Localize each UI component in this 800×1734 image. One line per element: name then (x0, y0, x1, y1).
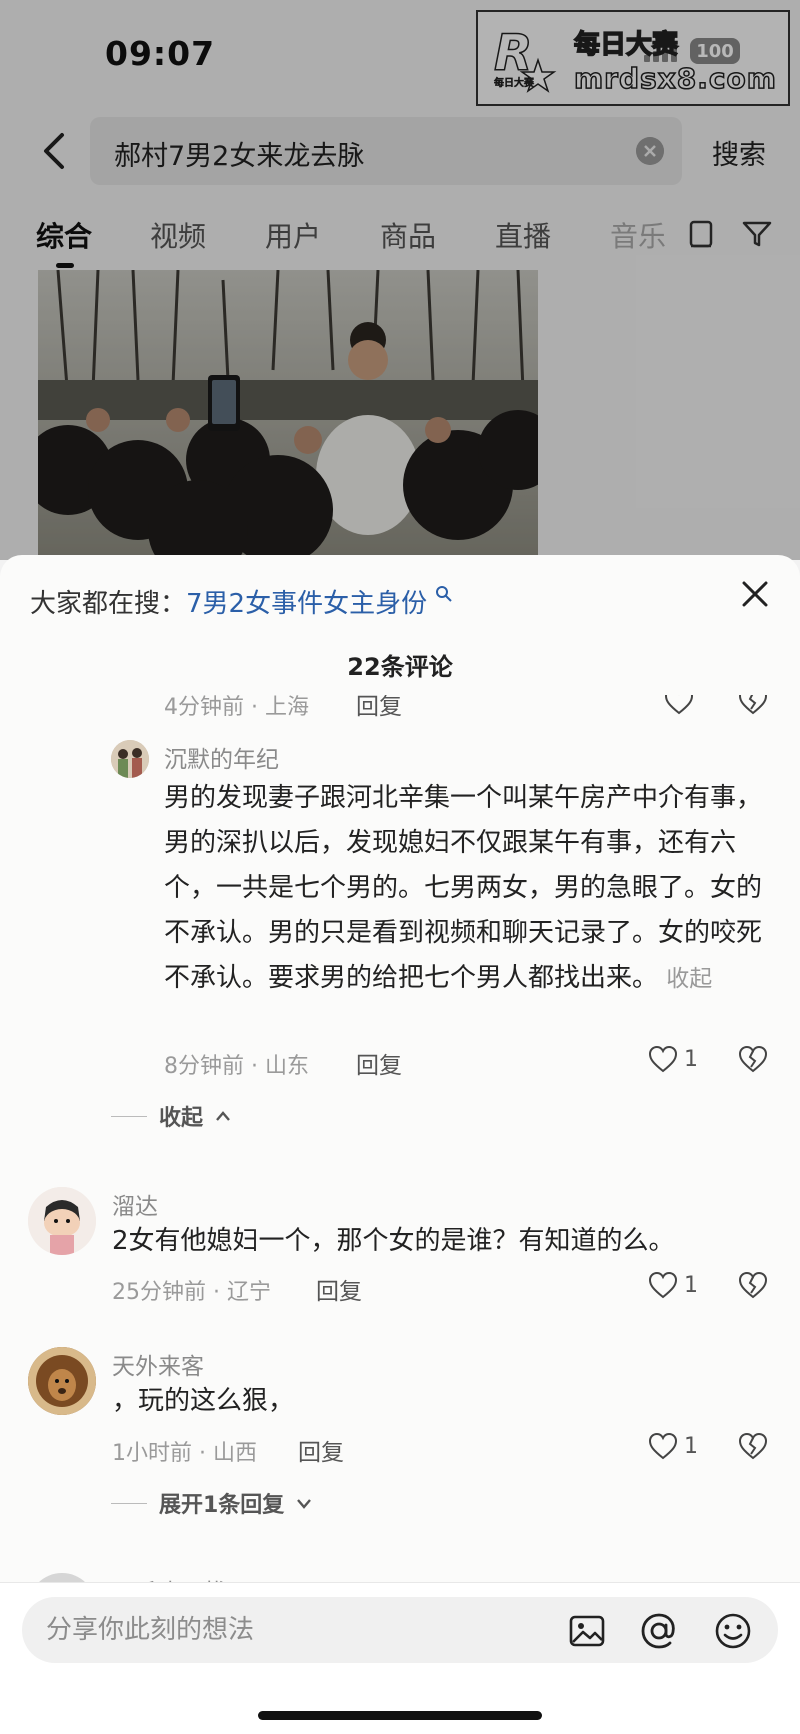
comment-input-bar (0, 1582, 800, 1734)
comment-item: 溜达 2女有他媳妇一个，那个女的是谁？有知道的么。 25分钟前 · 辽宁 回复 … (0, 1187, 800, 1307)
comment-input-container (22, 1597, 778, 1663)
expand-replies-button[interactable]: 展开1条回复 (111, 1487, 312, 1519)
search-results-page: 09:07 100 郝村7男2女来龙去脉 搜索 综合 视频 用户 商品 直播 音 (0, 0, 800, 600)
reply-button[interactable]: 回复 (298, 1433, 344, 1467)
at-mention-icon[interactable] (640, 1612, 678, 1650)
comment-username[interactable]: 沉默的年纪 (164, 740, 279, 774)
collapse-text-link[interactable]: 收起 (666, 966, 712, 992)
like-count: 1 (684, 1272, 698, 1298)
clipped-comment-meta: 4分钟前 · 上海 回复 (0, 695, 800, 727)
reply-button[interactable]: 回复 (356, 1046, 402, 1080)
collapse-replies-button[interactable]: 收起 (111, 1100, 231, 1132)
chevron-down-icon (297, 1499, 312, 1509)
comment-sheet: 大家都在搜：7男2女事件女主身份 22条评论 4分钟前 · 上海 回复 沉默的年… (0, 555, 800, 1734)
reply-button[interactable]: 回复 (316, 1272, 362, 1306)
comment-item: 天外来客 ，玩的这么狠， 1小时前 · 山西 回复 1 (0, 1347, 800, 1467)
expand-replies-label: 展开1条回复 (159, 1493, 285, 1518)
reply-button[interactable]: 回复 (356, 695, 402, 721)
broken-heart-icon[interactable] (738, 1045, 768, 1073)
image-icon[interactable] (568, 1612, 606, 1650)
broken-heart-icon[interactable] (738, 1271, 768, 1299)
like-button[interactable]: 1 (648, 1271, 698, 1299)
like-count: 1 (684, 1433, 698, 1459)
comment-count: 22条评论 (347, 653, 453, 681)
comment-input[interactable] (46, 1597, 546, 1663)
avatar[interactable] (28, 1187, 96, 1255)
reply-comment: 沉默的年纪 男的发现妻子跟河北辛集一个叫某午房产中介有事，男的深扒以后，发现媳妇… (0, 740, 800, 1079)
comment-text: ，玩的这么狠， (112, 1386, 295, 1416)
chevron-up-icon (216, 1111, 230, 1121)
heart-icon (648, 1045, 678, 1073)
avatar[interactable] (28, 1347, 96, 1415)
broken-heart-icon[interactable] (738, 1432, 768, 1460)
like-count: 1 (684, 1046, 698, 1072)
heart-icon[interactable] (664, 695, 694, 715)
comment-meta: 25分钟前 · 辽宁 (112, 1280, 271, 1305)
broken-heart-icon[interactable] (738, 695, 768, 715)
collapse-replies-label: 收起 (159, 1106, 204, 1131)
comment-text: 男的发现妻子跟河北辛集一个叫某午房产中介有事，男的深扒以后，发现媳妇不仅跟某午有… (164, 783, 763, 993)
comment-text: 2女有他媳妇一个，那个女的是谁？有知道的么。 (112, 1226, 675, 1256)
comment-meta: 8分钟前 · 山东 (164, 1054, 309, 1079)
heart-icon (648, 1271, 678, 1299)
search-icon (436, 586, 453, 602)
divider (111, 1502, 147, 1504)
comment-username[interactable]: 溜达 (112, 1187, 158, 1221)
like-button[interactable]: 1 (648, 1432, 698, 1460)
comment-meta: 1小时前 · 山西 (112, 1441, 257, 1466)
divider (111, 1115, 147, 1117)
close-icon[interactable] (738, 577, 772, 611)
comment-username[interactable]: 天外来客 (112, 1347, 204, 1381)
modal-scrim[interactable] (0, 0, 800, 560)
hot-search-banner: 大家都在搜：7男2女事件女主身份 (30, 583, 453, 620)
emoji-icon[interactable] (714, 1612, 752, 1650)
hot-search-prefix: 大家都在搜： (30, 589, 187, 619)
home-indicator (258, 1711, 542, 1720)
hot-search-link[interactable]: 7男2女事件女主身份 (186, 589, 427, 619)
heart-icon (648, 1432, 678, 1460)
comment-meta: 4分钟前 · 上海 (164, 695, 309, 720)
avatar[interactable] (111, 740, 149, 778)
like-button[interactable]: 1 (648, 1045, 698, 1073)
